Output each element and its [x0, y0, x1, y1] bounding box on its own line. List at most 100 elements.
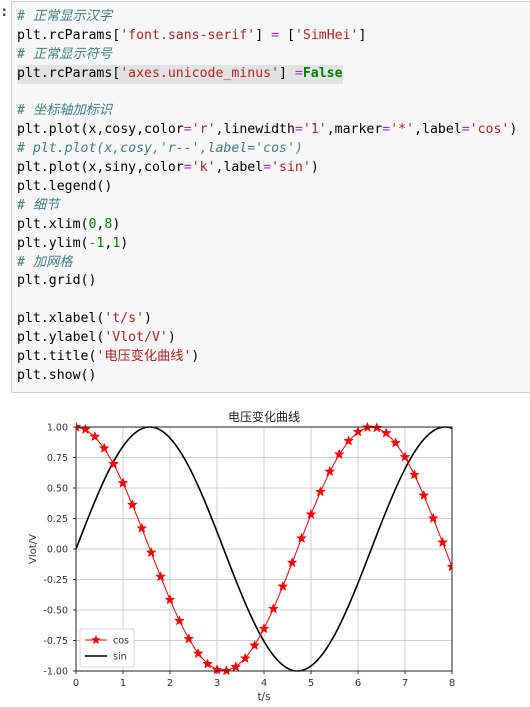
code-line[interactable]: plt.rcParams['axes.unicode_minus'] =Fals…	[17, 64, 530, 84]
x-tick-label: 2	[167, 678, 173, 689]
y-tick-label: 0.00	[47, 545, 68, 556]
code-line[interactable]: plt.title('电压变化曲线')	[17, 348, 530, 367]
legend-label-sin: sin	[113, 652, 127, 663]
code-token: =	[461, 122, 470, 138]
code-line[interactable]: plt.xlim(0,8)	[17, 216, 530, 235]
y-tick-label: -0.75	[43, 636, 68, 647]
cell-prompt: :	[0, 4, 9, 20]
y-axis-label: Vlot/V	[28, 534, 39, 564]
code-line[interactable]: plt.grid()	[17, 272, 530, 291]
code-token: 'axes.unicode_minus'	[120, 65, 280, 81]
code-token: ,label	[414, 122, 462, 138]
code-line[interactable]	[17, 84, 530, 103]
code-line[interactable]: plt.plot(x,cosy,color='r',linewidth='1',…	[17, 121, 530, 140]
code-token: # 细节	[17, 197, 60, 213]
x-tick-label: 1	[120, 678, 126, 689]
x-tick-label: 4	[261, 678, 267, 689]
code-token: plt.ylabel(	[17, 330, 105, 346]
code-token: )	[112, 216, 121, 232]
legend-label-cos: cos	[113, 636, 129, 647]
code-token: 'k'	[191, 160, 216, 176]
x-tick-label: 5	[308, 678, 314, 689]
code-token: '1'	[302, 122, 327, 138]
code-line[interactable]: plt.legend()	[17, 178, 530, 197]
x-tick-label: 0	[73, 678, 79, 689]
code-token: 'sin'	[271, 160, 311, 176]
code-token: '*'	[390, 122, 415, 138]
code-token: =	[263, 160, 272, 176]
code-token: plt.ylim(	[17, 235, 89, 251]
code-token: # 坐标轴加标识	[17, 103, 113, 119]
code-token: =	[183, 160, 192, 176]
code-token: 'Vlot/V'	[104, 330, 168, 346]
code-line[interactable]: plt.ylim(-1,1)	[17, 235, 530, 254]
x-tick-label: 8	[449, 678, 455, 689]
code-token: # 加网格	[17, 254, 73, 270]
code-token: ]	[358, 27, 367, 43]
code-line[interactable]: plt.show()	[17, 367, 530, 386]
code-token: =	[294, 122, 303, 138]
code-token: plt.xlabel(	[17, 311, 105, 327]
code-token: =	[183, 122, 192, 138]
code-token: # plt.plot(x,cosy,'r--',label='cos')	[17, 141, 303, 157]
code-token: 't/s'	[104, 311, 145, 327]
code-line[interactable]: plt.rcParams['font.sans-serif'] = ['SimH…	[17, 27, 530, 46]
code-token: # 正常显示汉字	[17, 9, 113, 24]
code-token: )	[120, 235, 129, 251]
code-token: 'font.sans-serif'	[120, 27, 256, 43]
chart-output: 0 1 2 3 4 5 6 7 8 -1.00 -0.75 -0.50 -0.25 0.00 0.25 0.5…	[0, 400, 530, 703]
code-line[interactable]: # 加网格	[17, 254, 530, 273]
y-tick-label: 1.00	[47, 423, 68, 434]
code-token: # 正常显示符号	[17, 46, 113, 62]
code-token: plt.rcParams[	[17, 27, 121, 43]
code-line[interactable]: # 正常显示汉字	[17, 8, 530, 27]
code-token: 'r'	[191, 122, 216, 138]
code-editor[interactable]: # 正常显示汉字 plt.rcParams['font.sans-serif'] …	[17, 8, 530, 386]
code-token: plt.rcParams[	[17, 65, 121, 81]
code-token: )	[167, 330, 176, 346]
code-token: ,linewidth	[215, 122, 295, 138]
x-tick-label: 6	[355, 678, 361, 689]
code-token: =	[294, 65, 303, 81]
code-token: )	[310, 160, 319, 176]
code-line[interactable]: # 正常显示符号	[17, 46, 530, 65]
line-chart: 0 1 2 3 4 5 6 7 8 -1.00 -0.75 -0.50 -0.25 0.00 0.25 0.5…	[28, 409, 455, 703]
code-line[interactable]	[17, 291, 530, 310]
code-line[interactable]: # 坐标轴加标识	[17, 102, 530, 121]
code-token: )	[191, 349, 200, 365]
y-tick-label: 0.75	[47, 453, 68, 464]
code-token: False	[302, 65, 343, 81]
code-token: plt.xlim(	[17, 216, 89, 232]
code-token: [	[279, 27, 295, 43]
code-token: plt.legend()	[17, 179, 113, 195]
code-token: ,label	[215, 160, 264, 176]
chart-title: 电压变化曲线	[228, 409, 300, 424]
y-tick-label: -0.25	[43, 575, 68, 586]
code-token: plt.title(	[17, 349, 97, 365]
code-token: plt.grid()	[17, 273, 97, 289]
code-token: =	[271, 27, 280, 43]
code-cell[interactable]: # 正常显示汉字 plt.rcParams['font.sans-serif'] …	[11, 1, 530, 393]
x-axis-label: t/s	[257, 691, 270, 703]
code-token: plt.show()	[17, 367, 97, 383]
code-token: ,marker	[326, 122, 383, 138]
code-line[interactable]: plt.ylabel('Vlot/V')	[17, 329, 530, 348]
y-tick-label: -1.00	[43, 667, 68, 678]
y-tick-label: -0.50	[43, 606, 68, 617]
x-tick-label: 3	[214, 678, 220, 689]
code-line[interactable]: # plt.plot(x,cosy,'r--',label='cos')	[17, 140, 530, 159]
code-line[interactable]: plt.plot(x,siny,color='k',label='sin')	[17, 159, 530, 178]
code-token: '电压变化曲线'	[96, 349, 192, 365]
selection-highlight: plt.rcParams['axes.unicode_minus'] =Fals…	[17, 64, 343, 84]
code-token: )	[144, 311, 152, 327]
code-token: 'cos'	[469, 122, 510, 138]
code-token: ]	[279, 65, 295, 81]
code-token: ]	[255, 27, 272, 43]
code-token: )	[509, 122, 518, 138]
code-line[interactable]: plt.xlabel('t/s')	[17, 310, 530, 329]
code-token: plt.plot(x,siny,color	[17, 160, 184, 176]
y-tick-label: 0.50	[47, 484, 68, 495]
code-line[interactable]: # 细节	[17, 197, 530, 216]
code-token: plt.plot(x,cosy,color	[17, 122, 184, 138]
y-tick-label: 0.25	[47, 514, 68, 525]
